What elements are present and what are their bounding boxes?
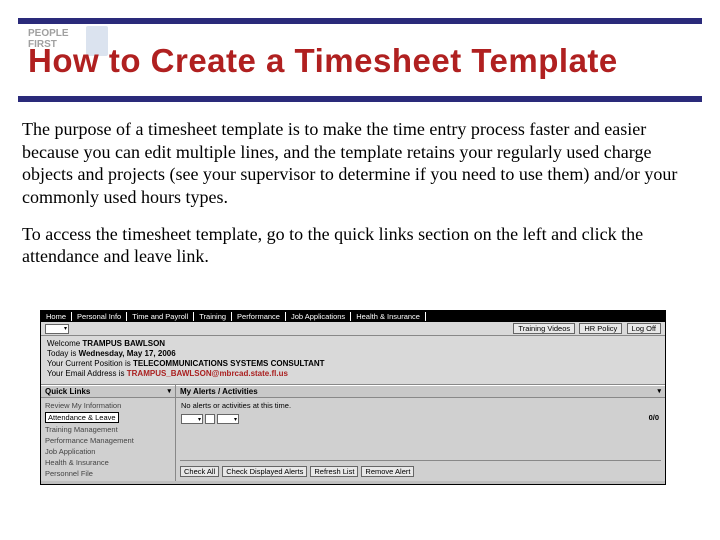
nav-time-payroll[interactable]: Time and Payroll (127, 312, 194, 321)
body-copy: The purpose of a timesheet template is t… (22, 118, 698, 282)
title-underline (18, 96, 702, 102)
btn-check-displayed[interactable]: Check Displayed Alerts (222, 466, 307, 477)
toolbar-right: Training Videos HR Policy Log Off (511, 324, 661, 333)
alerts-checkbox[interactable] (205, 414, 215, 424)
divider (180, 460, 661, 461)
ql-job-application[interactable]: Job Application (45, 446, 171, 457)
welcome-name: TRAMPUS BAWLSON (82, 339, 165, 348)
alerts-panel: My Alerts / Activities ▾ No alerts or ac… (176, 385, 665, 481)
alerts-title: My Alerts / Activities (180, 387, 258, 396)
ql-health-insurance[interactable]: Health & Insurance (45, 457, 171, 468)
toolbar-dropdown[interactable] (45, 324, 69, 334)
top-nav: Home Personal Info Time and Payroll Trai… (41, 311, 665, 322)
alerts-none-msg: No alerts or activities at this time. (181, 401, 660, 410)
btn-remove-alert[interactable]: Remove Alert (361, 466, 414, 477)
embedded-screenshot: Home Personal Info Time and Payroll Trai… (40, 310, 666, 485)
chevron-down-icon[interactable]: ▾ (167, 387, 171, 396)
nav-health-insurance[interactable]: Health & Insurance (351, 312, 426, 321)
date-label: Today is (47, 349, 79, 358)
alerts-controls (181, 414, 660, 424)
paragraph-1: The purpose of a timesheet template is t… (22, 118, 698, 209)
logo-text-1: PEOPLE (28, 28, 69, 39)
page-title: How to Create a Timesheet Template (28, 42, 700, 80)
alerts-count: 0/0 (649, 413, 659, 422)
btn-check-all[interactable]: Check All (180, 466, 219, 477)
nav-job-applications[interactable]: Job Applications (286, 312, 351, 321)
alerts-dropdown-1[interactable] (181, 414, 203, 424)
ql-attendance-leave[interactable]: Attendance & Leave (45, 411, 171, 424)
email-value: TRAMPUS_BAWLSON@mbrcad.state.fl.us (127, 369, 288, 378)
quick-links-list: Review My Information Attendance & Leave… (41, 398, 175, 481)
date-value: Wednesday, May 17, 2006 (79, 349, 176, 358)
alerts-button-row: Check All Check Displayed Alerts Refresh… (180, 466, 414, 477)
welcome-label: Welcome (47, 339, 82, 348)
quick-links-panel: Quick Links ▾ Review My Information Atte… (41, 385, 176, 481)
nav-home[interactable]: Home (41, 312, 72, 321)
toolbar: Training Videos HR Policy Log Off (41, 322, 665, 336)
alerts-dropdown-2[interactable] (217, 414, 239, 424)
paragraph-2: To access the timesheet template, go to … (22, 223, 698, 268)
quick-links-title: Quick Links (45, 387, 90, 396)
alerts-body: No alerts or activities at this time. (176, 398, 665, 427)
btn-refresh-list[interactable]: Refresh List (310, 466, 358, 477)
nav-training[interactable]: Training (194, 312, 232, 321)
alerts-header: My Alerts / Activities ▾ (176, 385, 665, 398)
welcome-block: Welcome TRAMPUS BAWLSON Today is Wednesd… (41, 336, 665, 385)
quick-links-header: Quick Links ▾ (41, 385, 175, 398)
email-label: Your Email Address is (47, 369, 127, 378)
nav-performance[interactable]: Performance (232, 312, 286, 321)
ql-performance-mgmt[interactable]: Performance Management (45, 435, 171, 446)
nav-personal-info[interactable]: Personal Info (72, 312, 127, 321)
link-training-videos[interactable]: Training Videos (513, 323, 575, 334)
link-hr-policy[interactable]: HR Policy (579, 323, 622, 334)
position-label: Your Current Position is (47, 359, 133, 368)
ql-training-mgmt[interactable]: Training Management (45, 424, 171, 435)
top-rule (18, 18, 702, 24)
link-log-off[interactable]: Log Off (627, 323, 661, 334)
ql-personnel-file[interactable]: Personnel File (45, 468, 171, 479)
ql-attendance-leave-label: Attendance & Leave (45, 412, 119, 423)
chevron-down-icon[interactable]: ▾ (657, 387, 661, 396)
lower-panels: Quick Links ▾ Review My Information Atte… (41, 385, 665, 481)
position-value: TELECOMMUNICATIONS SYSTEMS CONSULTANT (133, 359, 325, 368)
ql-review-info[interactable]: Review My Information (45, 400, 171, 411)
